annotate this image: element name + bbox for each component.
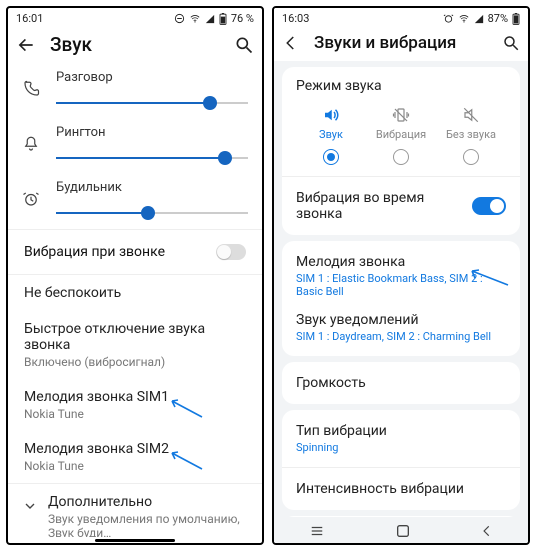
- alarm-icon: [443, 13, 454, 24]
- back-icon[interactable]: [282, 34, 300, 52]
- status-battery-pct: 87%: [488, 12, 508, 25]
- slider-alarm[interactable]: [56, 203, 248, 223]
- toggle-off[interactable]: [216, 244, 246, 260]
- back-nav-icon[interactable]: [480, 524, 494, 538]
- row-subtitle: Звук уведомления по умолчанию, Звук буди…: [48, 512, 246, 537]
- switch-on[interactable]: [472, 197, 506, 215]
- vibrate-icon: [391, 106, 411, 124]
- signal-icon: [205, 14, 215, 24]
- row-subtitle: Spinning: [296, 441, 387, 454]
- slider-label: Рингтон: [56, 125, 248, 140]
- nav-bar: [274, 517, 528, 543]
- header: Звуки и вибрация: [274, 27, 528, 61]
- phone-icon: [22, 80, 40, 98]
- card-title: Режим звука: [296, 78, 506, 94]
- slider-row-alarm: Будильник: [8, 174, 262, 229]
- status-battery-pct: 76 %: [231, 12, 254, 25]
- slider-ringtone[interactable]: [56, 148, 248, 168]
- row-label: Вибрация при звонке: [24, 244, 165, 260]
- row-title: Дополнительно: [48, 494, 246, 510]
- row-vibration-intensity[interactable]: Интенсивность вибрации: [282, 468, 520, 510]
- slider-talk[interactable]: [56, 93, 248, 113]
- nav-bar: [8, 537, 262, 543]
- row-title: Тип вибрации: [296, 423, 387, 439]
- back-icon[interactable]: [16, 35, 36, 55]
- page-title: Звук: [50, 33, 220, 56]
- row-title: Мелодия звонка SIM1: [24, 389, 246, 405]
- row-title: Мелодия звонка: [296, 254, 506, 270]
- slider-row-talk: Разговор: [8, 64, 262, 119]
- row-title: Не беспокоить: [24, 285, 246, 301]
- chevron-down-icon: [22, 498, 38, 514]
- row-title: Быстрое отключение звука звонка: [24, 321, 246, 353]
- row-quick-mute[interactable]: Быстрое отключение звука звонка Включено…: [8, 311, 262, 379]
- slider-row-ringtone: Рингтон: [8, 119, 262, 174]
- search-icon[interactable]: [234, 35, 254, 55]
- page-title: Звуки и вибрация: [314, 33, 488, 53]
- slider-label: Будильник: [56, 180, 248, 195]
- alarm-icon: [22, 190, 40, 208]
- row-dnd[interactable]: Не беспокоить: [8, 275, 262, 311]
- card-sound-mode: Режим звука Звук Вибрация Без звука: [282, 67, 520, 235]
- mode-mute[interactable]: Без звука: [436, 106, 506, 141]
- mode-label: Вибрация: [376, 128, 426, 141]
- row-subtitle: Nokia Tune: [24, 407, 246, 421]
- row-volume[interactable]: Громкость: [282, 362, 520, 404]
- card-melodies: Мелодия звонка SIM 1 : Elastic Bookmark …: [282, 241, 520, 356]
- row-title: Интенсивность вибрации: [296, 481, 464, 497]
- row-subtitle: Включено (вибросигнал): [24, 355, 246, 369]
- search-icon[interactable]: [502, 34, 520, 52]
- phone-left-sound-settings: 16:01 76 % Звук Разговор: [6, 6, 264, 545]
- row-vibrate-while-ringing[interactable]: Вибрация во время звонка: [282, 177, 520, 235]
- battery-icon: [219, 13, 227, 25]
- row-subtitle: SIM 1 : Elastic Bookmark Bass, SIM 2 : B…: [296, 272, 506, 298]
- bell-icon: [22, 135, 40, 153]
- card-vibration: Тип вибрации Spinning Интенсивность вибр…: [282, 410, 520, 510]
- row-vibration-type[interactable]: Тип вибрации Spinning: [282, 410, 520, 467]
- status-time: 16:03: [282, 12, 309, 25]
- slider-label: Разговор: [56, 70, 248, 85]
- speaker-icon: [321, 106, 341, 124]
- row-title: Громкость: [296, 375, 366, 391]
- battery-icon: [512, 13, 520, 25]
- row-subtitle: SIM 1 : Daydream, SIM 2 : Charming Bell: [296, 330, 491, 343]
- recents-icon[interactable]: [308, 524, 326, 538]
- wifi-icon: [189, 14, 201, 24]
- mode-vibrate[interactable]: Вибрация: [366, 106, 436, 141]
- row-ringtone-sim1[interactable]: Мелодия звонка SIM1 Nokia Tune: [8, 379, 262, 431]
- row-ringtone[interactable]: Мелодия звонка SIM 1 : Elastic Bookmark …: [282, 241, 520, 308]
- radio-mute[interactable]: [463, 149, 479, 165]
- row-notification-sound[interactable]: Звук уведомлений SIM 1 : Daydream, SIM 2…: [282, 308, 520, 356]
- status-bar: 16:03 87%: [274, 8, 528, 27]
- radio-vibrate[interactable]: [393, 149, 409, 165]
- mode-sound[interactable]: Звук: [296, 106, 366, 141]
- row-vibrate-on-call[interactable]: Вибрация при звонке: [8, 230, 262, 274]
- header: Звук: [8, 27, 262, 64]
- status-time: 16:01: [16, 12, 43, 25]
- row-ringtone-sim2[interactable]: Мелодия звонка SIM2 Nokia Tune: [8, 431, 262, 483]
- phone-right-sounds-vibration: 16:03 87% Звуки и вибрация Режим звука: [272, 6, 530, 545]
- status-bar: 16:01 76 %: [8, 8, 262, 27]
- do-not-disturb-icon: [174, 13, 185, 24]
- radio-sound[interactable]: [323, 149, 339, 165]
- row-title: Вибрация во время звонка: [296, 190, 472, 222]
- wifi-icon: [458, 14, 470, 24]
- signal-icon: [474, 14, 484, 24]
- mute-icon: [461, 106, 481, 124]
- row-title: Мелодия звонка SIM2: [24, 441, 246, 457]
- row-title: Звук уведомлений: [296, 312, 491, 328]
- row-subtitle: Nokia Tune: [24, 459, 246, 473]
- mode-label: Звук: [319, 128, 343, 141]
- mode-label: Без звука: [446, 128, 496, 141]
- home-icon[interactable]: [395, 523, 411, 539]
- row-more[interactable]: Дополнительно Звук уведомления по умолча…: [8, 484, 262, 537]
